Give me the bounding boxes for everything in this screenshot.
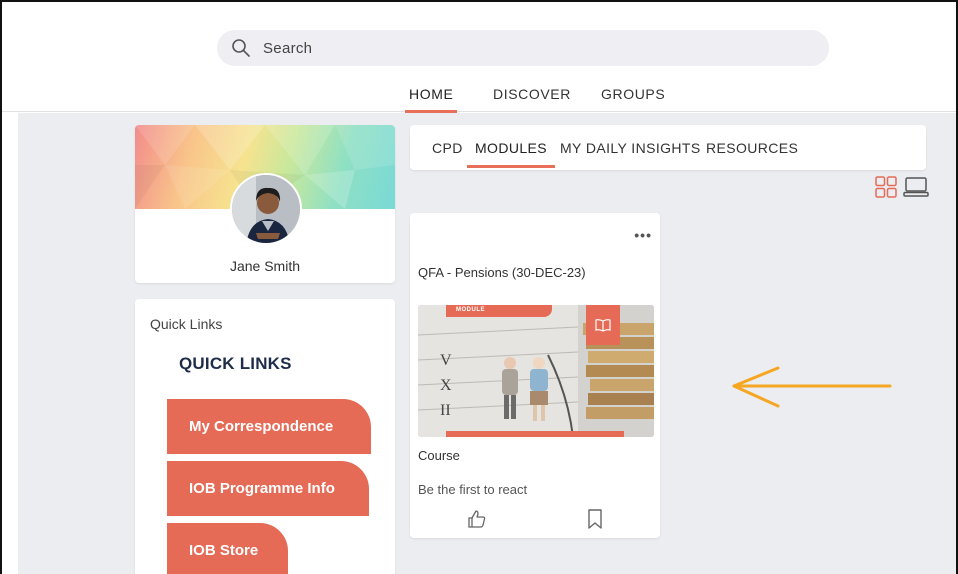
iob-programme-info-button[interactable]: IOB Programme Info	[167, 461, 369, 516]
grid-view-icon[interactable]	[875, 176, 897, 198]
tab-resources[interactable]: RESOURCES	[706, 140, 798, 156]
list-view-icon[interactable]	[903, 176, 929, 198]
iob-store-button[interactable]: IOB Store	[167, 523, 288, 574]
book-icon	[595, 319, 611, 332]
tab-cpd[interactable]: CPD	[432, 140, 463, 156]
main-content: Jane Smith Quick Links QUICK LINKS My Co…	[18, 113, 956, 574]
quick-links-card: Quick Links QUICK LINKS My Correspondenc…	[135, 299, 395, 574]
module-title[interactable]: QFA - Pensions (30-DEC-23)	[418, 265, 586, 280]
main-nav: HOME DISCOVER GROUPS	[2, 82, 956, 113]
nav-home[interactable]: HOME	[404, 86, 458, 113]
nav-groups[interactable]: GROUPS	[601, 86, 665, 102]
profile-name: Jane Smith	[229, 258, 301, 274]
view-toggle	[875, 176, 929, 198]
quick-links-small-title: Quick Links	[150, 316, 223, 332]
module-type: Course	[418, 448, 460, 463]
content-tabs: CPD MODULES MY DAILY INSIGHTS RESOURCES	[410, 125, 926, 170]
nav-discover[interactable]: DISCOVER	[493, 86, 571, 102]
svg-text:V: V	[440, 352, 452, 369]
quick-links-heading: QUICK LINKS	[179, 354, 292, 373]
svg-text:II: II	[440, 402, 451, 419]
tab-modules[interactable]: MODULES	[466, 140, 556, 168]
more-options-icon[interactable]: •••	[634, 227, 652, 243]
search-input[interactable]: Search	[263, 40, 312, 57]
tab-my-daily-insights[interactable]: MY DAILY INSIGHTS	[560, 140, 701, 156]
top-bar: Search HOME DISCOVER GROUPS	[2, 2, 956, 113]
profile-card: Jane Smith	[135, 125, 395, 283]
module-card[interactable]: ••• QFA - Pensions (30-DEC-23) V X II MO…	[410, 213, 660, 538]
my-correspondence-button[interactable]: My Correspondence	[167, 399, 371, 454]
bookmark-icon[interactable]	[587, 509, 603, 529]
like-icon[interactable]	[467, 509, 487, 529]
book-badge	[586, 305, 620, 345]
arrow-annotation-icon	[732, 366, 892, 408]
search-bar[interactable]: Search	[217, 30, 829, 66]
avatar[interactable]	[230, 173, 302, 245]
reaction-text: Be the first to react	[418, 482, 528, 497]
search-icon	[232, 39, 250, 57]
svg-text:X: X	[440, 377, 452, 394]
module-badge: MODULE	[446, 305, 552, 317]
module-thumbnail[interactable]: V X II MODULE	[418, 305, 654, 437]
